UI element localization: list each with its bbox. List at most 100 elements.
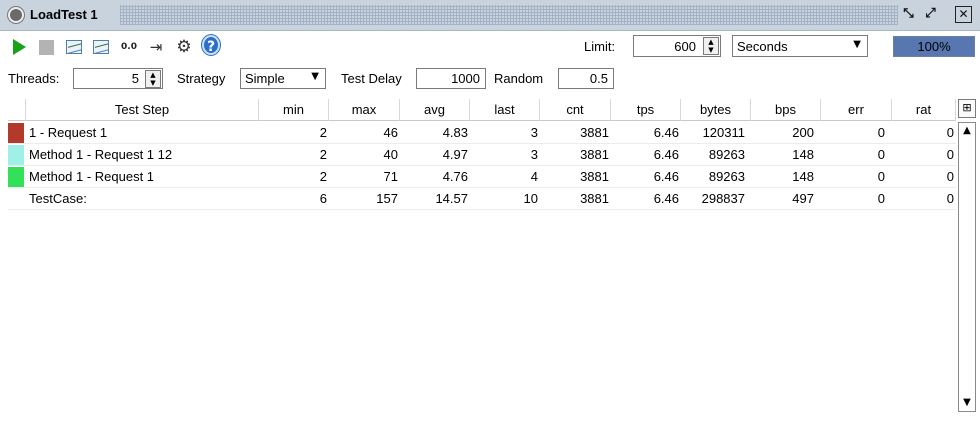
limit-input[interactable]: 600 ▲ ▼	[633, 35, 721, 57]
row-color-swatch	[8, 123, 24, 143]
window-titlebar: LoadTest 1 ⤡ ⤢ ✕	[0, 0, 980, 31]
column-header-test-step[interactable]: Test Step	[26, 99, 259, 121]
limit-unit-value: Seconds	[737, 39, 788, 54]
window-title: LoadTest 1	[30, 7, 98, 22]
restore-icon[interactable]: ⤢	[922, 6, 939, 23]
cell-cnt: 3881	[580, 169, 609, 184]
column-header-tps[interactable]: tps	[611, 99, 681, 121]
column-header-cnt[interactable]: cnt	[540, 99, 611, 121]
cell-max: 71	[383, 169, 398, 184]
cell-avg: 4.76	[442, 169, 468, 184]
column-header-min[interactable]: min	[259, 99, 329, 121]
table-header: Test Step min max avg last cnt tps bytes…	[8, 99, 956, 121]
test-delay-label: Test Delay	[341, 71, 402, 86]
limit-unit-select[interactable]: Seconds ▼	[732, 35, 868, 57]
run-icon[interactable]	[10, 38, 28, 56]
cell-test-step: Method 1 - Request 1 12	[29, 147, 173, 162]
cell-cnt: 3881	[580, 125, 609, 140]
minimize-icon[interactable]: ⤡	[900, 6, 917, 23]
cell-bytes: 89263	[708, 147, 745, 162]
loadtest-icon	[8, 7, 24, 23]
cell-min: 2	[319, 169, 327, 184]
table-row[interactable]: 1 - Request 1 2 46 4.83 3 3881 6.46 1203…	[8, 122, 956, 144]
column-chooser-icon[interactable]: ⊞	[958, 99, 976, 118]
column-header-avg[interactable]: avg	[400, 99, 470, 121]
cell-min: 6	[319, 191, 327, 206]
export-icon[interactable]: ⇥	[147, 38, 165, 56]
progress-bar: 100%	[893, 36, 975, 57]
cell-bps: 200	[792, 125, 814, 140]
row-color-swatch	[8, 145, 24, 165]
limit-value: 600	[674, 39, 696, 54]
progress-text: 100%	[917, 39, 951, 54]
limit-spinner[interactable]: ▲ ▼	[703, 37, 719, 55]
cell-last: 3	[530, 125, 538, 140]
cell-err: 0	[877, 125, 885, 140]
statistics-report-icon[interactable]: 0.0	[120, 38, 138, 56]
row-color-swatch	[8, 189, 24, 209]
table-row[interactable]: TestCase: 6 157 14.57 10 3881 6.46 29883…	[8, 188, 956, 210]
cell-last: 3	[530, 147, 538, 162]
stop-icon[interactable]	[37, 38, 55, 56]
cell-min: 2	[319, 125, 327, 140]
threads-value: 5	[131, 71, 139, 86]
cell-tps: 6.46	[653, 125, 679, 140]
cell-test-step: 1 - Request 1	[29, 125, 108, 140]
cell-tps: 6.46	[653, 191, 679, 206]
close-icon[interactable]: ✕	[955, 6, 972, 23]
chevron-down-icon: ▼	[311, 71, 319, 82]
column-header-rat[interactable]: rat	[892, 99, 956, 121]
column-header-last[interactable]: last	[470, 99, 540, 121]
column-header-bytes[interactable]: bytes	[681, 99, 751, 121]
cell-bytes: 298837	[701, 191, 745, 206]
random-input[interactable]: 0.5	[558, 68, 614, 89]
cell-tps: 6.46	[653, 147, 679, 162]
column-header-err[interactable]: err	[821, 99, 892, 121]
random-value: 0.5	[589, 71, 608, 86]
cell-avg: 4.83	[442, 125, 468, 140]
cell-err: 0	[877, 191, 885, 206]
table-row[interactable]: Method 1 - Request 1 2 71 4.76 4 3881 6.…	[8, 166, 956, 188]
table-row[interactable]: Method 1 - Request 1 12 2 40 4.97 3 3881…	[8, 144, 956, 166]
threads-label: Threads:	[8, 71, 60, 86]
cell-tps: 6.46	[653, 169, 679, 184]
cell-max: 46	[383, 125, 398, 140]
cell-bytes: 89263	[708, 169, 745, 184]
scroll-up-icon[interactable]: ▲	[959, 123, 975, 139]
cell-bps: 148	[792, 147, 814, 162]
random-label: Random	[494, 71, 544, 86]
chevron-down-icon: ▼	[853, 39, 861, 50]
limit-label: Limit:	[584, 39, 616, 54]
cell-last: 10	[523, 191, 538, 206]
cell-test-step: Method 1 - Request 1	[29, 169, 155, 184]
statistics-graph-icon[interactable]	[65, 38, 83, 56]
threads-input[interactable]: 5 ▲ ▼	[73, 68, 163, 89]
test-delay-input[interactable]: 1000	[416, 68, 486, 89]
cell-max: 157	[376, 191, 398, 206]
cell-bps: 148	[792, 169, 814, 184]
strategy-select[interactable]: Simple ▼	[240, 68, 326, 89]
vertical-scrollbar[interactable]: ▲ ▼	[958, 122, 976, 412]
threads-spinner[interactable]: ▲ ▼	[145, 70, 161, 88]
cell-test-step: TestCase:	[29, 191, 87, 206]
cell-avg: 4.97	[442, 147, 468, 162]
scroll-down-icon[interactable]: ▼	[959, 395, 975, 411]
cell-avg: 14.57	[435, 191, 468, 206]
cell-max: 40	[383, 147, 398, 162]
titlebar-drag-area[interactable]	[120, 5, 898, 25]
cell-last: 4	[530, 169, 538, 184]
color-column-header	[8, 99, 26, 121]
test-delay-value: 1000	[451, 71, 480, 86]
cell-rat: 0	[946, 169, 954, 184]
statistics-history-icon[interactable]	[92, 38, 110, 56]
cell-bytes: 120311	[702, 125, 745, 140]
column-header-bps[interactable]: bps	[751, 99, 821, 121]
cell-cnt: 3881	[580, 147, 609, 162]
row-color-swatch	[8, 167, 24, 187]
options-icon[interactable]: ⚙	[175, 37, 193, 57]
help-icon[interactable]: ?	[202, 35, 220, 55]
statistics-table: Test Step min max avg last cnt tps bytes…	[8, 99, 956, 425]
column-header-max[interactable]: max	[329, 99, 400, 121]
cell-min: 2	[319, 147, 327, 162]
cell-bps: 497	[792, 191, 814, 206]
